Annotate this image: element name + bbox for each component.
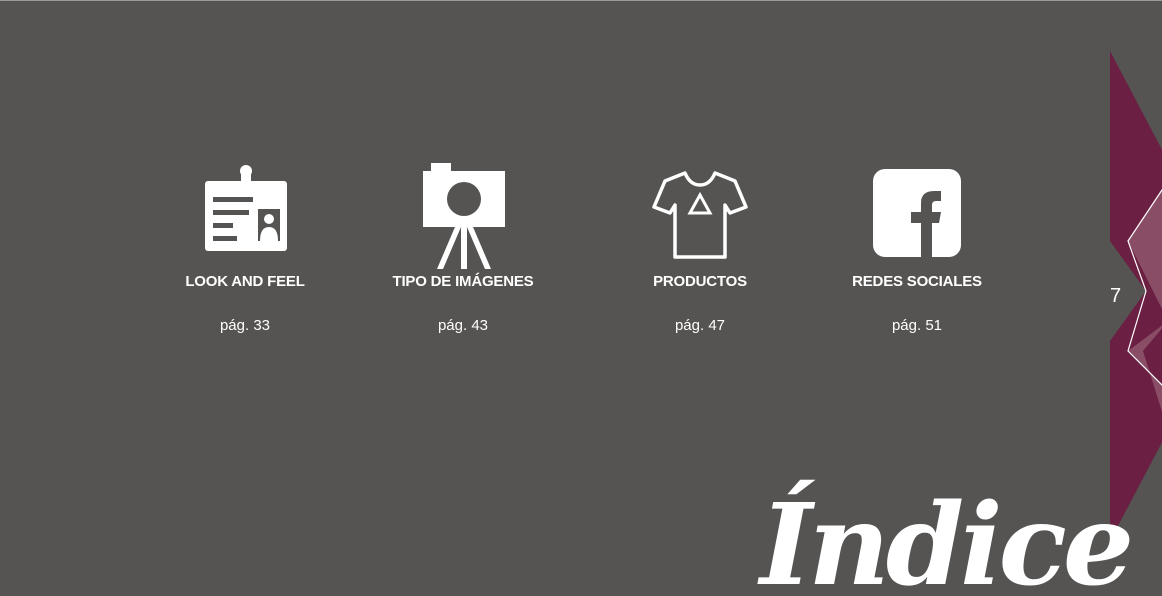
index-item-page: pág. 43 [437,317,489,334]
page-title: Índice [760,480,1134,596]
index-page: LOOK AND FEEL pág. 33 TIPO DE IMÁGENES p… [0,0,1162,596]
tshirt-icon [600,169,800,279]
index-item-label: TIPO DE IMÁGENES [392,273,534,290]
id-badge-icon [145,163,345,273]
index-item-page: pág. 33 [219,317,271,334]
index-item-page: pág. 51 [891,317,943,334]
facebook-icon [817,167,1017,277]
index-item-label: LOOK AND FEEL [185,273,305,290]
camera-tripod-icon [363,161,563,271]
index-item-label: PRODUCTOS [653,273,747,290]
index-item-page: pág. 47 [674,317,726,334]
page-number: 7 [1110,285,1122,307]
index-item-label: REDES SOCIALES [852,273,982,290]
